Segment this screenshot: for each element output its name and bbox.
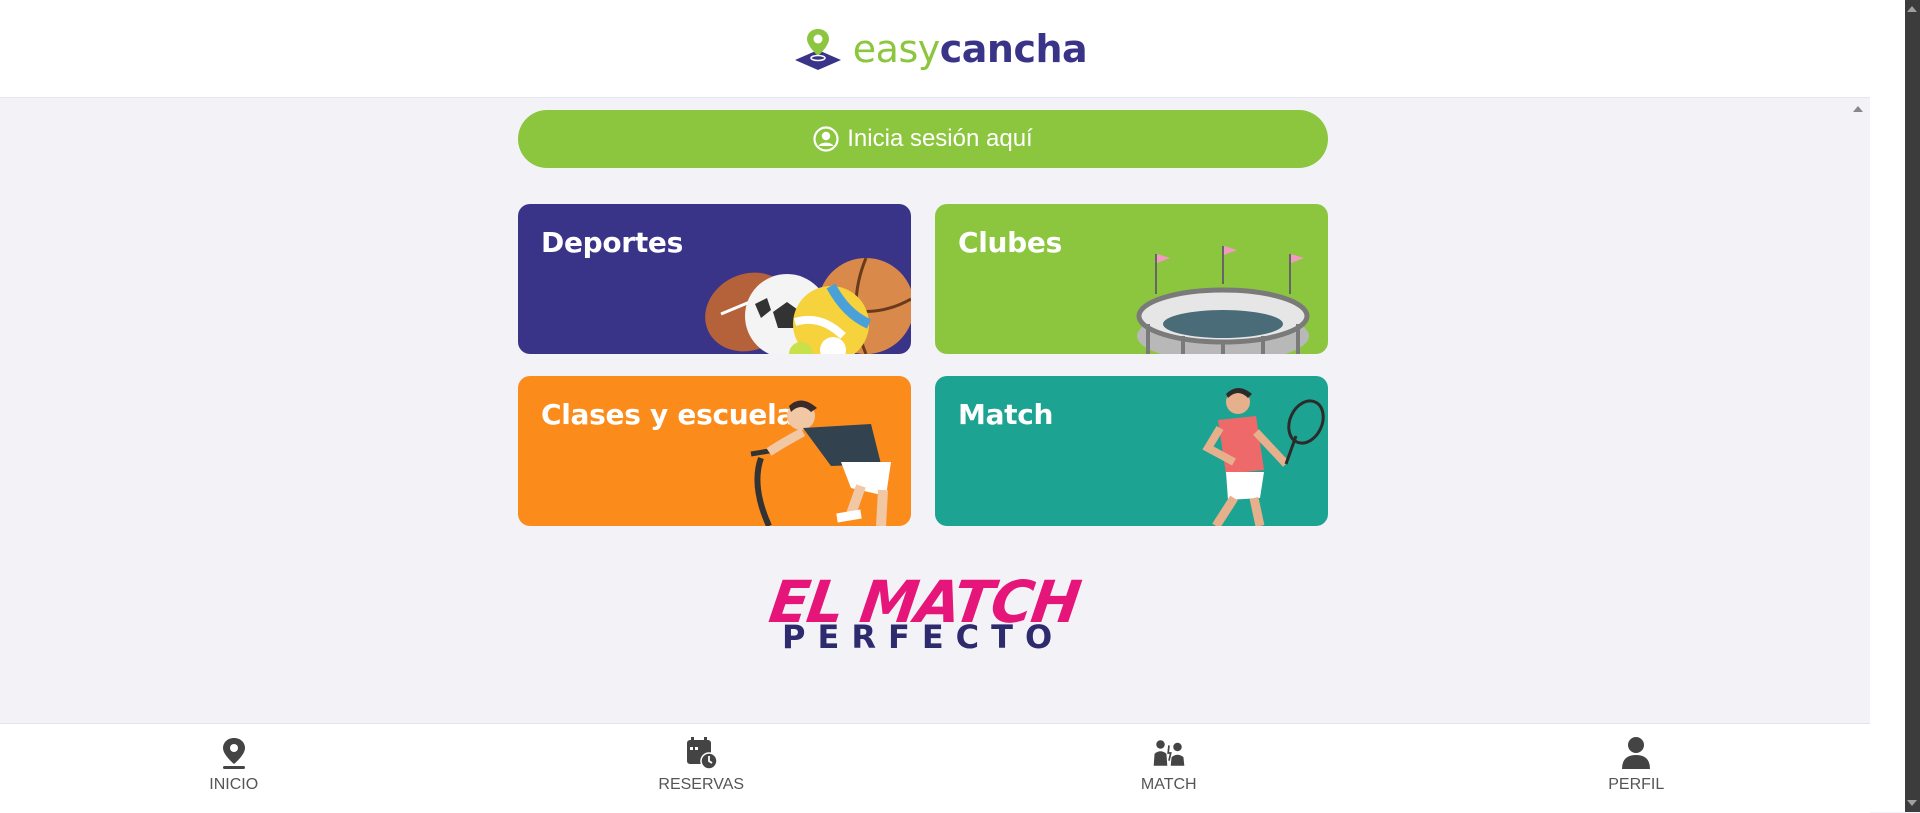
nav-inicio[interactable]: INICIO bbox=[0, 724, 468, 813]
card-title: Deportes bbox=[541, 226, 683, 259]
players-icon bbox=[1152, 736, 1186, 770]
logo-text-cancha: cancha bbox=[939, 26, 1088, 71]
page-scrollbar-area bbox=[1870, 0, 1920, 812]
nav-perfil[interactable]: PERFIL bbox=[1403, 724, 1871, 813]
map-pin-icon bbox=[217, 736, 251, 770]
nav-label: PERFIL bbox=[1608, 776, 1665, 793]
user-icon bbox=[1619, 736, 1653, 770]
login-button[interactable]: Inicia sesión aquí bbox=[518, 110, 1328, 168]
page-scroll-up-icon[interactable] bbox=[1907, 6, 1917, 12]
bottom-navigation: INICIO RESERVAS MATCH PERFIL bbox=[0, 723, 1870, 813]
logo-pin-icon bbox=[794, 28, 841, 70]
el-match-perfecto-promo: EL MATCH PERFECTO bbox=[760, 568, 1090, 656]
calendar-clock-icon bbox=[684, 736, 718, 770]
nav-label: RESERVAS bbox=[658, 776, 745, 793]
cyclist-illustration bbox=[750, 400, 891, 526]
card-title: Match bbox=[958, 398, 1054, 431]
page-scroll-down-icon[interactable] bbox=[1907, 800, 1917, 806]
card-clubes[interactable]: Clubes bbox=[935, 204, 1328, 354]
nav-label: MATCH bbox=[1140, 776, 1197, 793]
card-title: Clubes bbox=[958, 226, 1062, 259]
page-scrollbar[interactable] bbox=[1905, 0, 1920, 812]
tennis-player-illustration bbox=[1202, 388, 1325, 526]
scroll-up-arrow-icon[interactable] bbox=[1853, 106, 1863, 112]
promo-line-2: PERFECTO bbox=[782, 618, 1065, 656]
card-match[interactable]: Match bbox=[935, 376, 1328, 526]
stadium-illustration bbox=[1136, 246, 1310, 354]
user-circle-icon bbox=[813, 126, 839, 152]
app-header: easycancha bbox=[0, 0, 1870, 98]
logo-text-easy: easy bbox=[852, 26, 940, 71]
nav-reservas[interactable]: RESERVAS bbox=[468, 724, 936, 813]
nav-label: INICIO bbox=[209, 776, 259, 793]
easycancha-logo[interactable]: easycancha bbox=[793, 26, 1088, 72]
content-scrollbar[interactable] bbox=[1845, 98, 1870, 723]
card-deportes[interactable]: Deportes bbox=[518, 204, 911, 354]
login-label: Inicia sesión aquí bbox=[847, 125, 1033, 152]
nav-match[interactable]: MATCH bbox=[935, 724, 1403, 813]
sports-balls-illustration bbox=[705, 257, 911, 354]
card-clases-y-escuelas[interactable]: Clases y escuelas bbox=[518, 376, 911, 526]
